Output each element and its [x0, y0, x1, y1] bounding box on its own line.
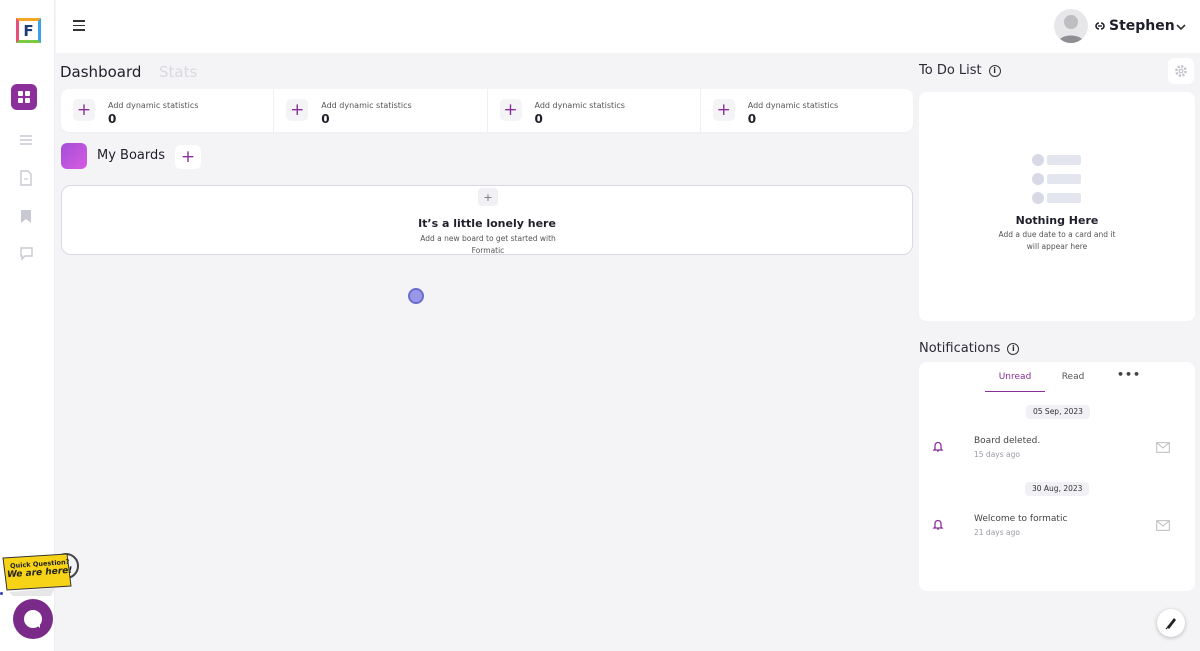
stat-label: Add dynamic statistics: [534, 101, 625, 110]
notifications-title-label: Notifications: [919, 341, 1001, 356]
live-chat-button[interactable]: [13, 599, 53, 639]
chevron-down-icon[interactable]: [1174, 20, 1188, 34]
todo-title-label: To Do List: [919, 63, 982, 78]
bookmark-icon: [21, 209, 31, 223]
empty-boards-subtitle: Add a new board to get started with Form…: [420, 234, 556, 255]
todo-empty-subtitle: Add a due date to a card and it will app…: [998, 230, 1116, 251]
stat-value: 0: [534, 112, 543, 126]
add-stat-button[interactable]: +: [73, 99, 95, 121]
plus-icon: +: [503, 99, 518, 120]
nav-document-button[interactable]: [17, 169, 35, 187]
tab-stats[interactable]: Stats: [159, 63, 197, 81]
document-icon: [20, 170, 32, 186]
add-stat-button[interactable]: +: [286, 99, 309, 121]
logo-letter: F: [23, 21, 34, 40]
nav-bookmark-button[interactable]: [17, 207, 35, 225]
tab-read[interactable]: Read: [1057, 372, 1089, 392]
indicator-dot: [0, 592, 3, 595]
stat-card: + Add dynamic statistics 0: [274, 89, 488, 132]
info-icon[interactable]: i: [988, 64, 1001, 77]
add-stat-button[interactable]: +: [499, 99, 522, 121]
stat-label: Add dynamic statistics: [108, 101, 199, 110]
user-name[interactable]: Stephen: [1094, 18, 1175, 34]
stats-strip: + Add dynamic statistics 0 + Add dynamic…: [61, 89, 913, 132]
chat-launcher-icon: [24, 610, 42, 628]
avatar[interactable]: [1054, 9, 1088, 43]
gear-icon: [1175, 65, 1187, 77]
quick-action-button[interactable]: [1157, 609, 1185, 637]
empty-list-illustration: [1032, 154, 1081, 204]
boards-title: My Boards: [97, 148, 166, 163]
notification-message[interactable]: Welcome to formatic: [974, 514, 1067, 524]
todo-empty-title: Nothing Here: [1015, 214, 1099, 227]
nav-chat-button[interactable]: [17, 244, 35, 262]
stat-value: 0: [108, 112, 117, 126]
empty-boards-card[interactable]: + It’s a little lonely here Add a new bo…: [61, 185, 913, 255]
info-icon[interactable]: i: [1007, 342, 1020, 355]
plus-icon: +: [716, 99, 731, 120]
plus-icon: +: [76, 99, 92, 120]
menu-toggle-icon[interactable]: [73, 20, 85, 31]
plus-icon: +: [180, 147, 196, 167]
nav-dashboard-button[interactable]: [11, 84, 37, 110]
app-logo[interactable]: F: [16, 18, 41, 43]
notification-message[interactable]: Board deleted.: [974, 436, 1040, 446]
stat-card: + Add dynamic statistics 0: [61, 89, 275, 132]
tab-dashboard[interactable]: Dashboard: [60, 63, 141, 81]
todo-card: Nothing Here Add a due date to a card an…: [919, 92, 1195, 321]
quick-question-badge[interactable]: Quick Question? We are here!: [1, 552, 79, 596]
stat-label: Add dynamic statistics: [321, 101, 412, 110]
list-icon: [20, 135, 32, 145]
stat-label: Add dynamic statistics: [747, 101, 839, 110]
todo-title: To Do List i: [919, 63, 1001, 78]
loading-spinner: [408, 288, 424, 304]
stat-card: + Add dynamic statistics 0: [701, 89, 913, 132]
stat-value: 0: [747, 112, 757, 126]
notifications-title: Notifications i: [919, 341, 1020, 356]
sidebar: F Quick Question? We are here!: [0, 0, 79, 651]
more-options-icon[interactable]: •••: [1117, 368, 1141, 381]
add-board-button[interactable]: +: [175, 145, 201, 169]
plus-icon: +: [290, 99, 305, 120]
notification-time: 15 days ago: [974, 450, 1020, 459]
chat-bubble-icon: [19, 246, 33, 261]
top-bar: Stephen: [56, 0, 1200, 53]
stat-value: 0: [321, 112, 330, 126]
add-stat-button[interactable]: +: [712, 99, 735, 121]
bell-icon: [932, 519, 944, 530]
notification-time: 21 days ago: [974, 528, 1020, 537]
stat-card: + Add dynamic statistics 0: [488, 89, 701, 132]
bell-icon: [932, 441, 944, 452]
add-board-plus-icon[interactable]: +: [478, 188, 498, 206]
empty-boards-title: It’s a little lonely here: [418, 217, 556, 230]
link-icon: [1095, 22, 1105, 30]
tab-unread[interactable]: Unread: [985, 372, 1045, 392]
nav-list-button[interactable]: [17, 131, 35, 149]
grid-icon: [18, 91, 30, 103]
mail-icon[interactable]: [1156, 520, 1170, 531]
todo-settings-button[interactable]: [1168, 58, 1194, 84]
date-chip: 05 Sep, 2023: [1026, 405, 1090, 419]
boards-icon: [61, 143, 87, 169]
user-name-label: Stephen: [1109, 18, 1175, 34]
date-chip: 30 Aug, 2023: [1025, 482, 1090, 496]
mail-icon[interactable]: [1156, 442, 1170, 453]
notifications-card: Unread Read ••• 05 Sep, 2023 Board delet…: [919, 362, 1195, 591]
pen-icon: [1165, 618, 1176, 630]
